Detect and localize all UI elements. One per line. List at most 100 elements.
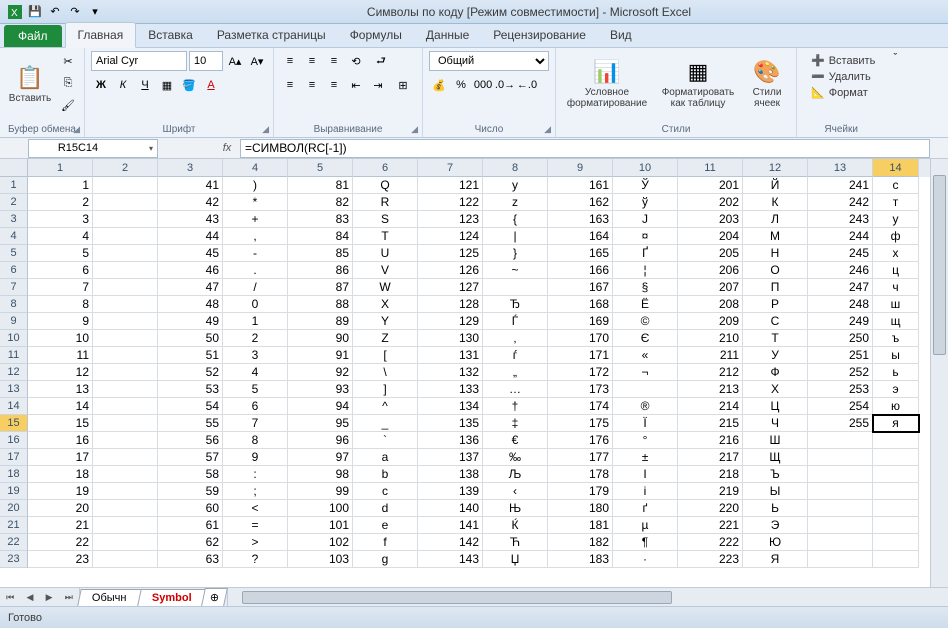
align-center-button[interactable]: ≡ — [302, 75, 322, 95]
copy-button[interactable]: ⎘ — [58, 73, 78, 93]
cell[interactable]: 54 — [158, 398, 223, 415]
cell[interactable] — [93, 330, 158, 347]
cell[interactable]: a — [353, 449, 418, 466]
cell[interactable]: · — [613, 551, 678, 568]
cell[interactable]: 7 — [28, 279, 93, 296]
cell[interactable]: 97 — [288, 449, 353, 466]
cell[interactable]: 253 — [808, 381, 873, 398]
cell[interactable]: X — [353, 296, 418, 313]
cell[interactable]: µ — [613, 517, 678, 534]
cell[interactable]: 177 — [548, 449, 613, 466]
name-box-dropdown-icon[interactable]: ▾ — [149, 144, 153, 153]
cell[interactable]: 15 — [28, 415, 93, 432]
cell[interactable]: 248 — [808, 296, 873, 313]
bold-button[interactable]: Ж — [91, 75, 111, 95]
cell[interactable]: S — [353, 211, 418, 228]
cell[interactable]: ) — [223, 177, 288, 194]
row-header[interactable]: 21 — [0, 517, 28, 534]
cell[interactable]: 85 — [288, 245, 353, 262]
col-header[interactable]: 13 — [808, 159, 873, 177]
cell[interactable]: 103 — [288, 551, 353, 568]
cell[interactable]: 133 — [418, 381, 483, 398]
cell[interactable]: 49 — [158, 313, 223, 330]
cell[interactable]: 252 — [808, 364, 873, 381]
cell[interactable]: С — [743, 313, 808, 330]
row-header[interactable]: 12 — [0, 364, 28, 381]
cell[interactable]: 171 — [548, 347, 613, 364]
cell[interactable] — [808, 551, 873, 568]
cell[interactable]: 173 — [548, 381, 613, 398]
row-header[interactable]: 18 — [0, 466, 28, 483]
cell[interactable]: 91 — [288, 347, 353, 364]
font-color-button[interactable]: A — [201, 75, 221, 95]
tab-data[interactable]: Данные — [414, 23, 481, 47]
cell[interactable]: > — [223, 534, 288, 551]
cell[interactable]: 166 — [548, 262, 613, 279]
cell[interactable]: 100 — [288, 500, 353, 517]
cell[interactable]: 183 — [548, 551, 613, 568]
cell[interactable]: | — [483, 228, 548, 245]
cell[interactable]: 250 — [808, 330, 873, 347]
cell[interactable]: 90 — [288, 330, 353, 347]
cell[interactable]: Ґ — [613, 245, 678, 262]
cell[interactable]: : — [223, 466, 288, 483]
cell[interactable]: ц — [873, 262, 919, 279]
cell[interactable]: 63 — [158, 551, 223, 568]
cell[interactable]: 127 — [418, 279, 483, 296]
col-header[interactable]: 10 — [613, 159, 678, 177]
cell[interactable]: 143 — [418, 551, 483, 568]
cell[interactable] — [483, 279, 548, 296]
cell[interactable]: 48 — [158, 296, 223, 313]
align-dialog-launcher[interactable]: ◢ — [411, 124, 418, 135]
paste-button[interactable]: 📋 Вставить — [6, 51, 54, 117]
underline-button[interactable]: Ч — [135, 75, 155, 95]
cell[interactable] — [873, 551, 919, 568]
cell[interactable]: 210 — [678, 330, 743, 347]
cell[interactable] — [873, 466, 919, 483]
row-header[interactable]: 16 — [0, 432, 28, 449]
tab-prev-button[interactable]: ◀ — [26, 592, 33, 603]
cell[interactable]: х — [873, 245, 919, 262]
cell[interactable]: Ј — [613, 211, 678, 228]
align-middle-button[interactable]: ≡ — [302, 51, 322, 71]
cell[interactable]: 254 — [808, 398, 873, 415]
cell[interactable]: - — [223, 245, 288, 262]
cell[interactable]: Ф — [743, 364, 808, 381]
cell[interactable] — [93, 415, 158, 432]
cell[interactable] — [93, 449, 158, 466]
cell[interactable] — [808, 500, 873, 517]
tab-first-button[interactable]: ⏮ — [6, 592, 14, 603]
minimize-ribbon-button[interactable]: ˇ — [885, 48, 905, 137]
tab-home[interactable]: Главная — [65, 22, 137, 48]
col-header[interactable]: 7 — [418, 159, 483, 177]
cell[interactable]: ‚ — [483, 330, 548, 347]
cell[interactable]: Њ — [483, 500, 548, 517]
fill-color-button[interactable]: 🪣 — [179, 75, 199, 95]
cell[interactable]: ® — [613, 398, 678, 415]
cell[interactable]: < — [223, 500, 288, 517]
cell[interactable]: ^ — [353, 398, 418, 415]
cell[interactable]: 161 — [548, 177, 613, 194]
cell[interactable]: 255 — [808, 415, 873, 432]
cell[interactable]: ‡ — [483, 415, 548, 432]
cell[interactable]: 8 — [223, 432, 288, 449]
tab-last-button[interactable]: ⏭ — [65, 592, 73, 603]
cell[interactable] — [808, 432, 873, 449]
cell[interactable]: Q — [353, 177, 418, 194]
cell[interactable]: 206 — [678, 262, 743, 279]
cell[interactable]: Ь — [743, 500, 808, 517]
cell[interactable]: Ъ — [743, 466, 808, 483]
row-header[interactable]: 14 — [0, 398, 28, 415]
cell[interactable] — [873, 534, 919, 551]
horizontal-scrollbar[interactable] — [227, 588, 948, 606]
cell[interactable]: 86 — [288, 262, 353, 279]
row-header[interactable]: 20 — [0, 500, 28, 517]
cell[interactable] — [873, 517, 919, 534]
cell[interactable]: ¦ — [613, 262, 678, 279]
cell[interactable]: 243 — [808, 211, 873, 228]
cell[interactable]: 169 — [548, 313, 613, 330]
cell[interactable]: 101 — [288, 517, 353, 534]
cell[interactable]: 1 — [223, 313, 288, 330]
cell[interactable] — [873, 483, 919, 500]
cell[interactable]: † — [483, 398, 548, 415]
